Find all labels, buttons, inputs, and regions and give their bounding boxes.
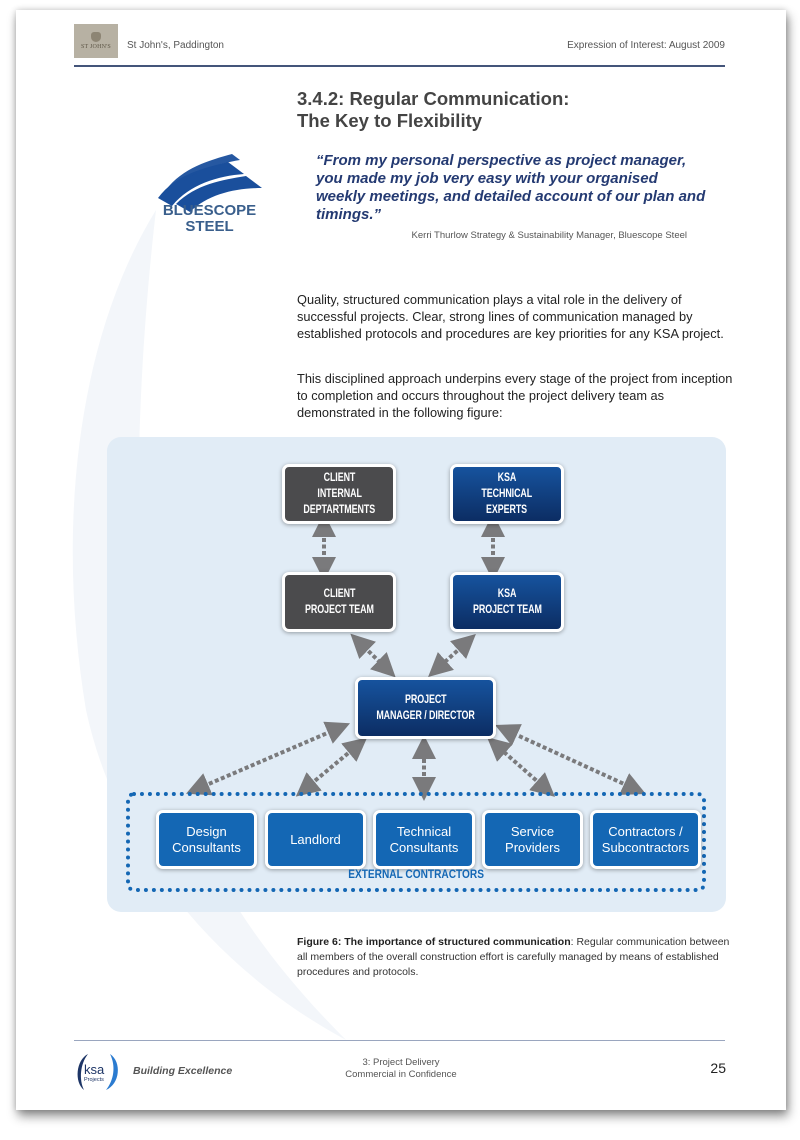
box-line: TECHNICAL bbox=[481, 488, 533, 500]
external-box-landlord: Landlord bbox=[265, 810, 366, 869]
external-contractors-label-text: EXTERNAL CONTRACTORS bbox=[348, 869, 485, 881]
box-line: Providers bbox=[505, 839, 560, 855]
communication-diagram: CLIENT INTERNAL DEPTARTMENTS KSA TECHNIC… bbox=[107, 437, 726, 912]
box-line: PROJECT TEAM bbox=[304, 604, 374, 616]
box-line: Landlord bbox=[290, 831, 341, 847]
box-line: Consultants bbox=[389, 839, 459, 855]
bluescope-name-line2: STEEL bbox=[185, 218, 234, 235]
footer-confidentiality: Commercial in Confidence bbox=[345, 1069, 457, 1080]
box-line: Contractors / bbox=[608, 823, 683, 839]
footer-divider bbox=[74, 1040, 725, 1041]
ksa-logo-subtext: Projects bbox=[84, 1077, 104, 1083]
external-box-technical-consultants: Technical Consultants bbox=[373, 810, 475, 869]
arrow-manager-to-service bbox=[486, 737, 556, 797]
bluescope-name-line1: BLUESCOPE bbox=[162, 202, 257, 219]
box-line: INTERNAL bbox=[316, 488, 362, 500]
footer-tagline: Building Excellence bbox=[133, 1065, 233, 1077]
box-line: EXPERTS bbox=[486, 504, 528, 516]
box-line: CLIENT bbox=[323, 588, 355, 600]
body-paragraph-1: Quality, structured communication plays … bbox=[297, 292, 724, 341]
external-box-contractors-subcontractors: Contractors / Subcontractors bbox=[590, 810, 701, 869]
box-line: Consultants bbox=[172, 839, 241, 855]
ksa-technical-experts-box: KSA TECHNICAL EXPERTS bbox=[450, 464, 564, 524]
testimonial-quote: “From my personal perspective as project… bbox=[316, 152, 706, 223]
box-line: MANAGER / DIRECTOR bbox=[376, 710, 475, 722]
arrow-client-team-to-manager bbox=[350, 633, 396, 678]
header-divider bbox=[74, 65, 725, 67]
bluescope-logo-name: BLUESCOPE STEEL bbox=[152, 203, 267, 235]
header-project-name: St John's, Paddington bbox=[127, 40, 224, 51]
box-line: Subcontractors bbox=[601, 839, 690, 855]
crest-icon bbox=[91, 32, 101, 42]
page-number: 25 bbox=[710, 1060, 726, 1076]
box-line: PROJECT TEAM bbox=[472, 604, 542, 616]
section-title-line1: 3.4.2: Regular Communication: bbox=[297, 88, 570, 109]
st-johns-logo: ST JOHN'S bbox=[74, 24, 118, 58]
section-title: 3.4.2: Regular Communication: The Key to… bbox=[297, 88, 569, 132]
box-line: CLIENT bbox=[323, 472, 355, 484]
box-line: KSA bbox=[497, 588, 517, 600]
arrow-ksa-team-to-manager bbox=[428, 633, 476, 678]
project-manager-director-box: PROJECT MANAGER / DIRECTOR bbox=[355, 677, 496, 739]
arrow-manager-to-landlord bbox=[295, 737, 368, 797]
quote-attribution: Kerri Thurlow Strategy & Sustainability … bbox=[411, 230, 687, 241]
ksa-project-team-box: KSA PROJECT TEAM bbox=[450, 572, 564, 632]
footer-section-info: 3: Project Delivery Commercial in Confid… bbox=[306, 1057, 496, 1081]
box-line: Technical bbox=[396, 823, 452, 839]
section-title-line2: The Key to Flexibility bbox=[297, 110, 483, 131]
footer-section: 3: Project Delivery bbox=[362, 1057, 440, 1068]
box-line: PROJECT bbox=[404, 694, 447, 706]
external-contractors-label: EXTERNAL CONTRACTORS bbox=[107, 869, 726, 881]
client-project-team-box: CLIENT PROJECT TEAM bbox=[282, 572, 396, 632]
figure-caption-title: Figure 6: The importance of structured c… bbox=[297, 936, 571, 948]
arrow-manager-to-contractors bbox=[495, 724, 646, 795]
document-page: ST JOHN'S St John's, Paddington Expressi… bbox=[16, 10, 786, 1110]
box-line: Service bbox=[510, 823, 555, 839]
box-line: Design bbox=[186, 823, 227, 839]
box-line: KSA bbox=[497, 472, 517, 484]
client-internal-departments-box: CLIENT INTERNAL DEPTARTMENTS bbox=[282, 464, 396, 524]
body-paragraph-2: This disciplined approach underpins ever… bbox=[297, 371, 733, 420]
st-johns-logo-text: ST JOHN'S bbox=[81, 44, 111, 50]
header-document-title: Expression of Interest: August 2009 bbox=[567, 40, 725, 51]
box-line: DEPTARTMENTS bbox=[303, 504, 375, 516]
ksa-logo-text: ksa bbox=[84, 1062, 105, 1077]
external-box-service-providers: Service Providers bbox=[482, 810, 583, 869]
figure-caption: Figure 6: The importance of structured c… bbox=[297, 935, 737, 980]
external-box-design-consultants: Design Consultants bbox=[156, 810, 257, 869]
